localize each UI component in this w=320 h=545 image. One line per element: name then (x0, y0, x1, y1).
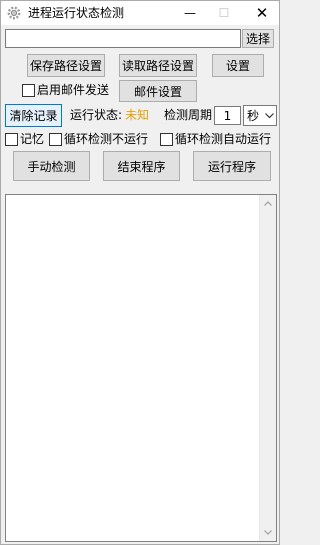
manual-check-button[interactable]: 手动检测 (13, 151, 90, 181)
unit-select-value: 秒 (247, 109, 260, 123)
mail-settings-button[interactable]: 邮件设置 (119, 80, 197, 102)
minimize-button[interactable]: — (173, 1, 207, 25)
run-status-label: 运行状态: (70, 108, 123, 122)
scroll-down-icon[interactable] (260, 524, 276, 541)
loop-auto-run-checkbox[interactable] (160, 133, 173, 146)
read-path-button[interactable]: 读取路径设置 (119, 54, 197, 77)
close-button[interactable]: ✕ (245, 1, 279, 25)
enable-mail-checkbox[interactable] (22, 84, 35, 97)
title-bar[interactable]: 进程运行状态检测 — ☐ ✕ (1, 1, 279, 25)
memory-checkbox[interactable] (5, 133, 18, 146)
browse-button[interactable]: 选择 (242, 29, 274, 48)
maximize-button[interactable]: ☐ (207, 1, 241, 25)
settings-button[interactable]: 设置 (212, 54, 264, 77)
period-input[interactable]: 1 (214, 106, 241, 125)
vertical-scrollbar[interactable] (259, 195, 276, 541)
scroll-up-icon[interactable] (260, 195, 276, 212)
loop-no-run-checkbox[interactable] (49, 133, 62, 146)
run-program-button[interactable]: 运行程序 (193, 151, 271, 181)
loop-auto-run-label: 循环检测自动运行 (175, 132, 272, 146)
window-title: 进程运行状态检测 (28, 6, 125, 20)
check-period-label: 检测周期 (164, 108, 213, 122)
memory-label: 记忆 (20, 132, 45, 146)
save-path-button[interactable]: 保存路径设置 (27, 54, 105, 77)
chevron-down-icon (262, 106, 276, 125)
log-content (6, 195, 276, 199)
gear-icon (7, 6, 21, 20)
clear-log-button[interactable]: 清除记录 (5, 104, 62, 127)
unit-select[interactable]: 秒 (243, 105, 277, 126)
path-input[interactable] (5, 29, 241, 48)
end-program-button[interactable]: 结束程序 (103, 151, 180, 181)
log-textarea[interactable] (5, 194, 277, 542)
app-window: 进程运行状态检测 — ☐ ✕ 选择 保存路径设置 读取路径设置 设置 启用邮件发… (0, 0, 280, 545)
loop-no-run-label: 循环检测不运行 (64, 132, 149, 146)
enable-mail-label: 启用邮件发送 (37, 83, 110, 97)
run-status-value: 未知 (125, 108, 150, 122)
